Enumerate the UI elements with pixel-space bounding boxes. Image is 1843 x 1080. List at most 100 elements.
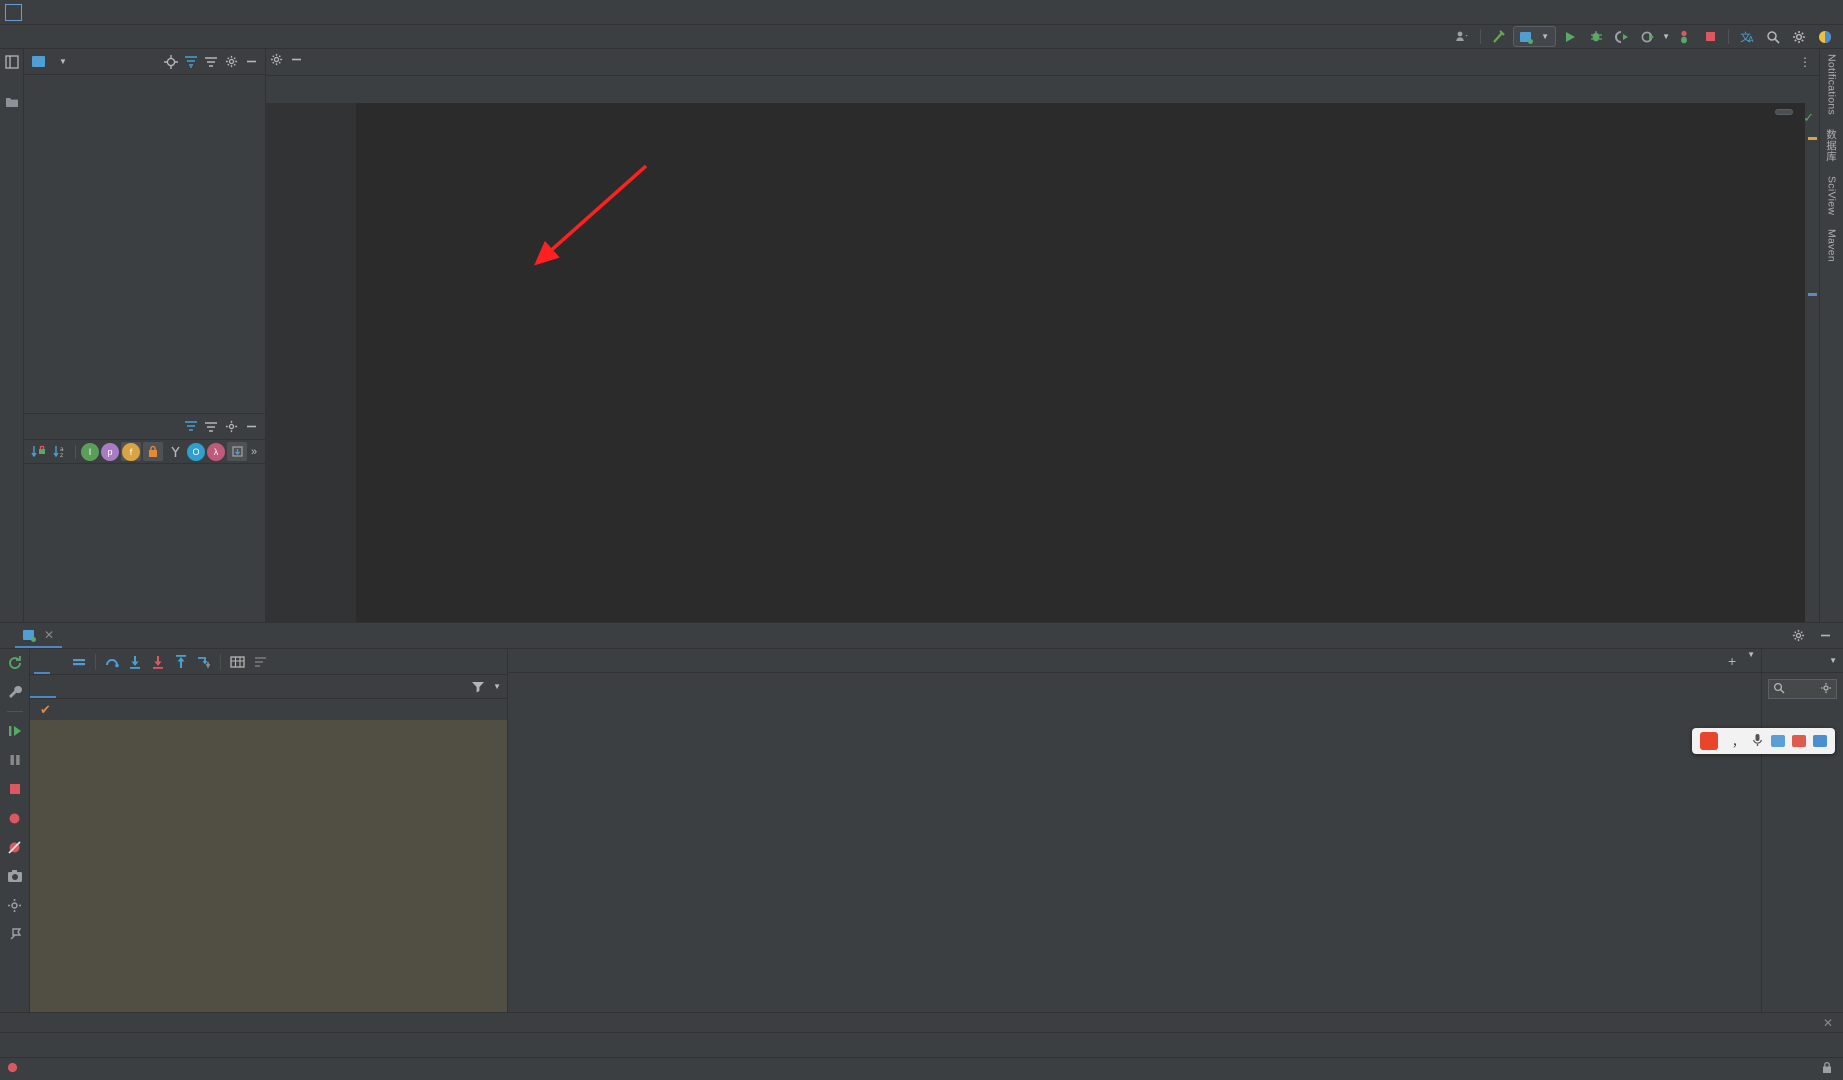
commit-folder-icon[interactable] <box>3 93 21 111</box>
sogou-logo-icon[interactable] <box>1699 732 1718 750</box>
tab-overflow-icon[interactable]: ⋮ <box>1795 52 1815 72</box>
reader-mode-chip[interactable] <box>1775 109 1793 115</box>
pin-tab-icon[interactable] <box>4 924 26 944</box>
input-method-widget[interactable]: ， <box>1691 728 1835 754</box>
collapse-all-icon-2[interactable] <box>201 417 221 437</box>
debug-hide-icon[interactable] <box>1815 626 1835 646</box>
camera-snapshot-icon[interactable] <box>4 866 26 886</box>
chevron-down-icon[interactable]: ▼ <box>493 682 501 691</box>
minimize-button[interactable] <box>1711 0 1755 25</box>
ime-settings-icon[interactable] <box>1813 735 1827 747</box>
stack-frames-list[interactable] <box>30 720 507 1012</box>
close-icon[interactable]: ✕ <box>44 628 54 642</box>
tab-debugger[interactable] <box>34 649 50 674</box>
lock-icon[interactable] <box>1821 1061 1833 1077</box>
toolbox-icon[interactable] <box>1792 735 1806 747</box>
thread-status-row[interactable]: ✔ <box>30 699 507 720</box>
expand-all-icon-2[interactable] <box>181 417 201 437</box>
stop-program-icon[interactable] <box>4 779 26 799</box>
inspection-ok-icon[interactable]: ✓ <box>1803 110 1814 126</box>
view-breakpoints-icon[interactable] <box>4 808 26 828</box>
rail-item-1[interactable]: 数据库 <box>1824 129 1839 161</box>
resume-program-icon[interactable] <box>4 721 26 741</box>
tab-threads[interactable] <box>56 675 82 698</box>
project-tree[interactable] <box>24 75 265 413</box>
microphone-icon[interactable] <box>1751 733 1764 750</box>
debug-button[interactable] <box>1584 26 1608 48</box>
chevron-down-icon-watch[interactable]: ▼ <box>1747 650 1755 672</box>
evaluate-expression-icon[interactable] <box>226 651 248 673</box>
hide-editor-tabs-icon[interactable] <box>286 49 306 69</box>
editor-settings-icon[interactable] <box>266 49 286 69</box>
structure-tree[interactable] <box>24 464 265 622</box>
debug-settings-icon[interactable] <box>4 895 26 915</box>
expand-all-icon[interactable] <box>181 52 201 72</box>
attach-process-icon[interactable] <box>1610 26 1634 48</box>
show-inherited-icon[interactable]: I <box>81 442 99 461</box>
memory-filter-icon[interactable] <box>1820 682 1832 697</box>
step-into-icon[interactable] <box>124 651 146 673</box>
stop-breakpoint-icon[interactable] <box>1672 26 1696 48</box>
sort-by-visibility-icon[interactable] <box>28 442 48 461</box>
run-to-cursor-icon[interactable] <box>193 651 215 673</box>
variables-list[interactable] <box>508 673 1761 1012</box>
group-methods-icon[interactable] <box>165 442 185 461</box>
show-non-public-icon[interactable] <box>143 442 163 461</box>
close-button[interactable] <box>1799 0 1843 25</box>
debug-session-tab[interactable]: ✕ <box>15 623 63 648</box>
hint-close-icon[interactable]: ✕ <box>1823 1016 1843 1030</box>
translate-icon[interactable]: 文A <box>1735 26 1759 48</box>
sort-alphabetically-icon[interactable]: az <box>50 442 70 461</box>
step-out-icon[interactable] <box>170 651 192 673</box>
autoscroll-icon[interactable] <box>227 442 247 461</box>
rail-item-3[interactable]: Maven <box>1826 229 1838 262</box>
run-button[interactable] <box>1558 26 1582 48</box>
pause-program-icon[interactable] <box>4 750 26 770</box>
filter-icon[interactable] <box>467 676 489 698</box>
stop-button[interactable] <box>1698 26 1722 48</box>
hide-panel-icon-2[interactable] <box>241 417 261 437</box>
ime-punctuation-icon[interactable]: ， <box>1732 733 1744 750</box>
rail-item-2[interactable]: SciView <box>1826 176 1838 215</box>
error-stripe-gutter[interactable] <box>1805 103 1819 622</box>
collapse-all-icon[interactable] <box>201 52 221 72</box>
locate-file-icon[interactable] <box>161 52 181 72</box>
memory-search-box[interactable] <box>1768 679 1837 699</box>
settings-gear-icon[interactable] <box>221 52 241 72</box>
rerun-icon[interactable] <box>4 653 26 673</box>
maximize-button[interactable] <box>1755 0 1799 25</box>
annotation-gutter[interactable] <box>314 103 356 622</box>
show-properties-icon[interactable]: p <box>101 442 119 461</box>
tab-console[interactable] <box>51 649 67 674</box>
search-icon[interactable] <box>1761 26 1785 48</box>
step-over-icon[interactable] <box>101 651 123 673</box>
rail-item-0[interactable]: Notifications <box>1826 54 1838 115</box>
evaluate-expression-bar[interactable]: + ▼ <box>508 649 1761 673</box>
more-options-icon[interactable]: » <box>249 446 257 458</box>
force-step-into-icon[interactable] <box>147 651 169 673</box>
run-configuration-selector[interactable]: ▼ <box>1513 26 1557 47</box>
profile-icon[interactable] <box>1450 26 1474 48</box>
gear-icon[interactable] <box>1787 26 1811 48</box>
show-lambdas-icon[interactable]: λ <box>207 442 225 461</box>
hide-panel-icon[interactable] <box>241 52 261 72</box>
keyboard-icon[interactable] <box>1771 735 1785 747</box>
tab-frames[interactable] <box>30 675 56 698</box>
show-anonymous-icon[interactable]: O <box>187 442 205 461</box>
settings-gear-icon-2[interactable] <box>221 417 241 437</box>
chevron-down-icon-mem[interactable]: ▼ <box>1829 656 1837 665</box>
search-icon-mem[interactable] <box>1773 682 1785 697</box>
code-content[interactable] <box>356 103 1805 622</box>
show-fields-icon[interactable]: f <box>121 442 141 461</box>
chevron-down-icon[interactable]: ▼ <box>59 57 67 66</box>
debug-settings-gear-icon[interactable] <box>1788 626 1808 646</box>
chevron-down-icon-2[interactable]: ▼ <box>1662 32 1670 41</box>
show-execution-point-icon[interactable] <box>68 651 90 673</box>
project-tool-icon[interactable] <box>3 53 21 71</box>
settings-wrench-icon[interactable] <box>4 682 26 702</box>
mute-breakpoints-icon[interactable] <box>4 837 26 857</box>
build-hammer-icon[interactable] <box>1487 26 1511 48</box>
add-watch-icon[interactable]: + <box>1721 650 1743 672</box>
coverage-icon[interactable] <box>1636 26 1660 48</box>
ide-theme-icon[interactable] <box>1813 26 1837 48</box>
